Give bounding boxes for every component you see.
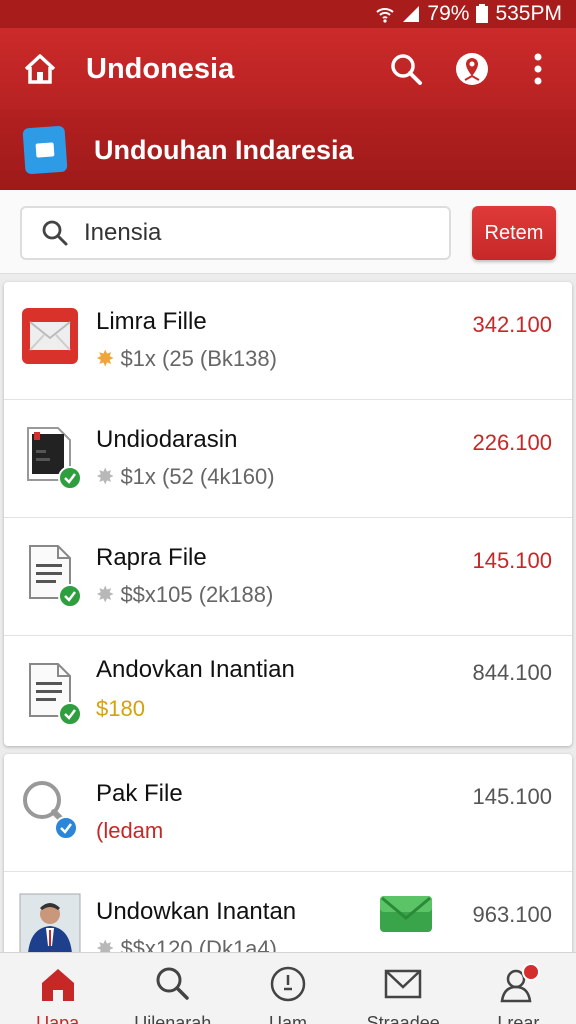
nav-label: Uam — [268, 1013, 307, 1024]
mail-icon — [384, 969, 422, 999]
list-item[interactable]: Undiodarasin ✸ $1x (52 (4k160) 226.100 — [4, 400, 572, 518]
verified-check-icon — [54, 816, 78, 840]
search-icon — [156, 967, 189, 1000]
app-badge-icon — [22, 125, 68, 175]
nav-profile[interactable]: Lrear — [461, 953, 576, 1024]
return-button[interactable]: Retem — [472, 206, 556, 260]
nav-label: Lrear — [497, 1013, 540, 1024]
file-list-card: Limra Fille ✸ $1x (25 (Bk138) 342.100 Und… — [4, 282, 572, 746]
search-icon — [42, 220, 68, 246]
nav-messages[interactable]: Straadee — [346, 953, 461, 1024]
file-value: 145.100 — [472, 784, 552, 809]
nav-label: Uilenarah — [134, 1013, 212, 1024]
file-name: Limra Fille — [96, 308, 207, 335]
section-title: Undouhan Indaresia — [94, 134, 354, 165]
photo-thumbnail — [19, 893, 81, 955]
badge-star-icon: ✸ — [96, 464, 115, 489]
list-item[interactable]: Pak File (ledam 145.100 — [4, 754, 572, 872]
battery-icon — [476, 4, 489, 23]
file-name: Undowkan Inantan — [96, 898, 297, 925]
wifi-icon — [376, 8, 395, 23]
list-item[interactable]: Rapra File ✸ $$x105 (2k188) 145.100 — [4, 518, 572, 636]
badge-star-icon: ✸ — [96, 582, 115, 607]
nav-label: Straadee — [366, 1013, 440, 1024]
file-name: Andovkan Inantian — [96, 656, 295, 683]
downloaded-check-icon — [58, 702, 82, 726]
file-name: Rapra File — [96, 544, 207, 571]
search-icon — [391, 54, 422, 85]
search-field[interactable] — [20, 206, 451, 260]
badge-star-icon: ✸ — [96, 346, 115, 371]
file-list-card: Pak File (ledam 145.100 Undowkan Inantan… — [4, 754, 572, 980]
nav-home[interactable]: Uapa — [0, 953, 115, 1024]
file-value: 963.100 — [472, 902, 552, 927]
notification-dot — [522, 963, 541, 981]
section-header: Undouhan Indaresia — [0, 110, 576, 190]
file-meta: ✸ $1x (25 (Bk138) — [96, 346, 277, 371]
account-button[interactable] — [452, 49, 492, 89]
green-mail-icon[interactable] — [378, 892, 434, 936]
signal-icon — [403, 6, 420, 22]
home-icon[interactable] — [20, 49, 60, 89]
home-icon — [41, 969, 74, 1001]
file-value: 342.100 — [472, 312, 552, 337]
user-marker-icon — [456, 53, 488, 85]
search-button[interactable] — [386, 49, 426, 89]
status-bar: 79% 535PM — [0, 0, 576, 28]
file-meta: (ledam — [96, 818, 164, 843]
search-row: Retem — [0, 190, 576, 274]
list-item[interactable]: Andovkan Inantian $180 844.100 — [4, 636, 572, 746]
file-value: 844.100 — [472, 660, 552, 685]
file-value: 226.100 — [472, 430, 552, 455]
downloaded-check-icon — [58, 584, 82, 608]
nav-label: Uapa — [36, 1013, 80, 1024]
clock-time: 535PM — [495, 2, 562, 25]
app-title: Undonesia — [86, 52, 235, 85]
file-name: Undiodarasin — [96, 426, 238, 453]
file-name: Pak File — [96, 780, 183, 807]
file-value: 145.100 — [472, 548, 552, 573]
overflow-menu-button[interactable] — [518, 49, 558, 89]
nav-recent[interactable]: Uam — [230, 953, 345, 1024]
mail-icon — [22, 308, 78, 364]
more-vert-icon — [534, 53, 542, 85]
bottom-nav: Uapa Uilenarah Uam Straadee Lrear — [0, 952, 576, 1024]
search-input[interactable] — [84, 219, 424, 247]
nav-search[interactable]: Uilenarah — [115, 953, 230, 1024]
app-bar: Undonesia — [0, 28, 576, 110]
file-meta: $180 — [96, 696, 145, 721]
file-meta: ✸ $$x105 (2k188) — [96, 582, 274, 607]
file-meta: ✸ $1x (52 (4k160) — [96, 464, 275, 489]
list-item[interactable]: Limra Fille ✸ $1x (25 (Bk138) 342.100 — [4, 282, 572, 400]
downloaded-check-icon — [58, 466, 82, 490]
clock-icon — [270, 966, 306, 1002]
battery-percent: 79% — [427, 2, 470, 25]
